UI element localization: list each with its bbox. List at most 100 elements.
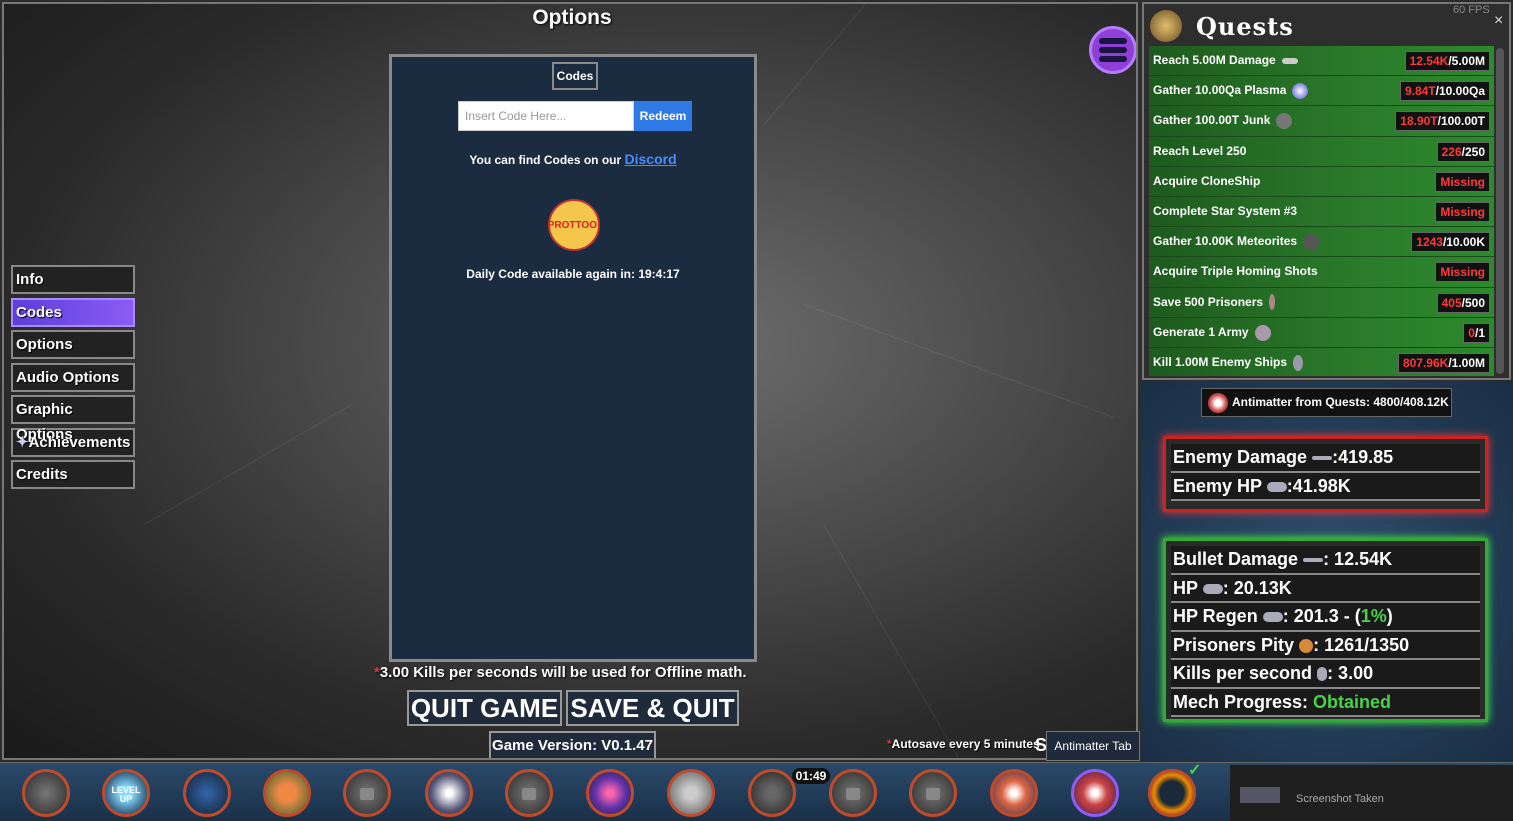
hp-stat: HP : 20.13K [1171,574,1480,603]
antimatter-tab-icon[interactable] [1071,769,1119,817]
regen-percent: 1% [1360,606,1387,626]
quest-scroll-icon [1150,10,1182,42]
stat-value: :41.98K [1286,475,1351,496]
stat-label: Mech Progress: [1173,691,1314,712]
quest-item: Reach Level 250 226/250 [1149,136,1494,167]
meteorite-tab-icon[interactable] [748,769,796,817]
prisoners-tab-icon[interactable] [263,769,311,817]
menu-icon [1099,35,1127,65]
quest-progress: Missing [1435,201,1490,222]
ship-tab-icon[interactable] [22,769,70,817]
quest-item: Complete Star System #3 Missing [1149,196,1494,228]
quest-current: 226 [1441,144,1462,159]
quest-progress: 18.90T/100.00T [1395,111,1490,132]
quest-missing: Missing [1440,265,1485,280]
close-icon[interactable]: × [1494,12,1503,30]
enemy-ship-icon [1293,354,1304,371]
enemy-hp-stat: Enemy HP :41.98K [1171,472,1480,501]
nav-item-options[interactable]: Options [11,330,135,359]
stat-value: : 3.00 [1327,663,1374,683]
offline-note: *3.00 Kills per seconds will be used for… [374,664,747,681]
nav-item-info[interactable]: Info [11,265,135,294]
menu-button[interactable] [1089,26,1136,74]
antimatter-icon [1208,393,1228,413]
quest-progress: 9.84T/10.00Qa [1399,81,1490,102]
quest-label: Acquire Triple Homing Shots [1153,264,1318,279]
quest-progress: 807.96K/1.00M [1397,352,1490,373]
quest-target: /1 [1474,325,1485,340]
quest-progress: Missing [1435,171,1490,192]
quest-item: Reach 5.00M Damage 12.54K/5.00M [1149,46,1494,77]
stat-label: Kills per second [1173,663,1313,683]
enemy-stats: Enemy Damage :419.85 Enemy HP :41.98K [1163,436,1488,512]
mothership-tab-icon[interactable] [667,769,715,817]
quest-label: Acquire CloneShip [1153,173,1261,188]
quest-current: 807.96K [1402,355,1449,370]
nav-item-label: Achievements [28,433,131,451]
junk-icon [1276,113,1293,130]
nav-item-audio-options[interactable]: Audio Options [11,362,135,392]
discord-link[interactable]: Discord [625,151,677,167]
quit-game-button[interactable]: QUIT GAME [407,690,562,726]
quests-header: Quests [1150,8,1294,44]
quest-target: /250 [1461,144,1485,159]
stat-value: : 12.54K [1323,549,1393,569]
save-quit-button[interactable]: SAVE & QUIT [566,690,739,726]
offline-text: 3.00 Kills per seconds will be used for … [379,664,747,681]
ship-icon [1262,612,1283,623]
quest-progress: 0/1 [1463,322,1490,343]
autosave-note: *Autosave every 5 minutes [887,737,1040,751]
star-tab-icon[interactable] [425,769,473,817]
explosion-tab-icon[interactable] [990,769,1038,817]
quest-current: 405 [1441,295,1462,310]
nav-item-credits[interactable]: Credits [11,460,135,489]
antimatter-text: Antimatter from Quests: 4800/408.12K [1232,395,1449,409]
redeem-button[interactable]: Redeem [634,101,692,131]
quest-label: Reach 5.00M Damage [1153,53,1276,67]
quests-panel: Quests × Reach 5.00M Damage 12.54K/5.00M … [1142,2,1511,380]
nav-item-graphic-options[interactable]: Graphic Options [11,395,135,443]
proto-logo: PROTTOO! [548,199,600,251]
locked-tab-icon[interactable] [505,769,553,817]
quest-progress: Missing [1435,262,1490,283]
quest-label: Save 500 Prisoners [1153,294,1264,309]
stat-label: Bullet Damage [1173,549,1299,569]
nav-item-codes[interactable]: Codes [11,297,135,327]
stat-value: : 1261/1350 [1313,634,1410,655]
quest-item: Gather 10.00K Meteorites 1243/10.00K [1149,227,1494,258]
locked-tab-icon[interactable] [909,769,957,817]
nav-item-achievements[interactable]: ✦Achievements [11,427,135,457]
plasma-tab-icon[interactable] [183,769,231,817]
steam-icon: ✦ [16,433,29,451]
code-input[interactable]: Insert Code Here... [458,101,634,131]
level-up-icon[interactable]: LEVEL UP [102,769,150,817]
find-codes-text: You can find Codes on our Discord [392,151,754,167]
meteorite-icon [1303,233,1320,250]
quest-scrollbar[interactable] [1496,48,1504,374]
stat-value: :419.85 [1332,447,1394,467]
ship-icon [1266,481,1287,492]
stat-label: HP Regen [1173,606,1258,626]
quest-label: Complete Star System #3 [1153,203,1298,218]
quest-current: 9.84T [1404,84,1436,99]
stat-label: Enemy HP [1173,475,1262,496]
quest-missing: Missing [1440,204,1485,219]
locked-tab-icon[interactable] [343,769,391,817]
ship-icon [1202,583,1223,594]
galaxy-tab-icon[interactable] [586,769,634,817]
quest-item: Save 500 Prisoners 405/500 [1149,287,1494,318]
quest-item: Generate 1 Army 0/1 [1149,317,1494,348]
game-viewport: Options Info Codes Options Audio Options… [2,2,1138,760]
game-version: Game Version: V0.1.47 [489,731,656,758]
quest-item: Kill 1.00M Enemy Ships 807.96K/1.00M [1149,347,1494,376]
quest-list: Reach 5.00M Damage 12.54K/5.00M Gather 10… [1149,46,1494,376]
quest-item: Acquire Triple Homing Shots Missing [1149,257,1494,288]
locked-tab-icon[interactable] [829,769,877,817]
quest-label: Kill 1.00M Enemy Ships [1153,354,1288,369]
tab-codes[interactable]: Codes [552,62,598,90]
quest-target: /10.00Qa [1435,84,1485,99]
fps-counter: 60 FPS [1453,4,1490,16]
find-codes-label: You can find Codes on our [469,153,622,167]
prisoner-icon [1299,638,1314,653]
quest-target: /1.00M [1448,355,1485,370]
